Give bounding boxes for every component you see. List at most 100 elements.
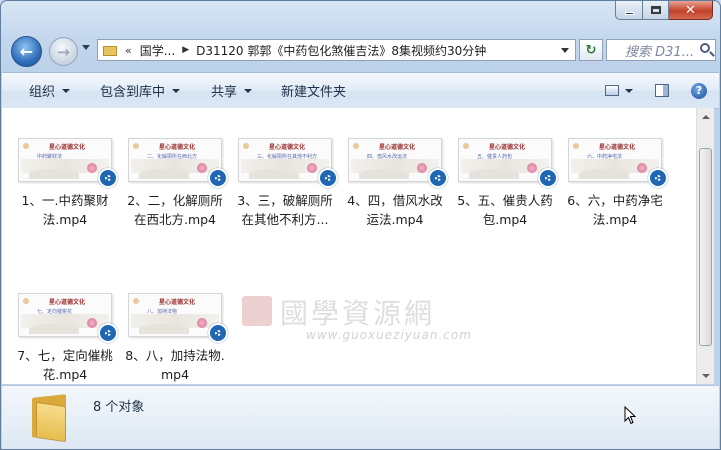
- chevron-down-icon: [172, 88, 181, 93]
- maximize-button[interactable]: [643, 1, 669, 20]
- forward-arrow-icon: →: [57, 42, 70, 61]
- thumbnail-title: 星心道德文化: [269, 144, 306, 151]
- file-list: 國學資源網 www.guoxueziyuan.com 星心道德文化 中药聚财法 1、…: [2, 108, 696, 384]
- toolbar-right: ?: [605, 73, 719, 108]
- address-dropdown[interactable]: [561, 48, 569, 53]
- thumbnail-subtitle: 三、化解厕所在其他不利方: [257, 154, 318, 160]
- video-thumbnail: 星心道德文化三、化解厕所在其他不利方: [238, 138, 338, 188]
- explorer-window: ✕ ← → « 国学... ▶ D31120 郭郭《中药包化煞催吉法》8集视频约…: [0, 0, 721, 450]
- scroll-down-icon: [701, 373, 710, 378]
- file-name: 8、八，加持法物.mp4: [125, 348, 225, 382]
- back-arrow-icon: ←: [19, 42, 34, 61]
- media-player-icon: [98, 323, 118, 343]
- refresh-button[interactable]: ↻: [579, 39, 603, 61]
- command-bar: 组织 包含到库中 共享 新建文件夹 ?: [2, 72, 719, 109]
- minimize-button[interactable]: [615, 1, 643, 20]
- search-icon: [700, 43, 710, 53]
- file-name: 4、四，借风水改运法.mp4: [347, 193, 443, 227]
- details-pane: 8 个对象: [2, 385, 719, 449]
- file-name: 1、一.中药聚财法.mp4: [21, 193, 109, 227]
- media-player-icon: [208, 323, 228, 343]
- file-item[interactable]: 星心道德文化七、定向催桃花 7、七，定向催桃花.mp4: [14, 293, 118, 384]
- video-thumbnail: 星心道德文化 二、化解厕所在西北方: [128, 138, 228, 188]
- thumbnail-title: 星心道德文化: [49, 144, 86, 151]
- video-thumbnail: 星心道德文化 四、借风水改运法: [348, 138, 448, 188]
- change-view-icon[interactable]: [605, 85, 619, 96]
- close-button[interactable]: ✕: [669, 1, 713, 20]
- item-count: 8 个对象: [93, 400, 145, 415]
- file-name: 6、六，中药净宅法.mp4: [567, 193, 663, 227]
- organize-button[interactable]: 组织: [29, 81, 71, 100]
- video-thumbnail: 星心道德文化八、加持法物: [128, 293, 228, 343]
- file-name: 2、二，化解厕所在西北方.mp4: [127, 193, 223, 227]
- include-in-library-label: 包含到库中: [100, 85, 166, 100]
- forward-button[interactable]: →: [49, 37, 78, 66]
- media-player-icon: [98, 168, 118, 188]
- file-item[interactable]: 星心道德文化 二、化解厕所在西北方 2、二，化解厕所在西北方.mp4: [124, 138, 228, 229]
- maximize-icon: [650, 6, 661, 14]
- thumbnail-subtitle: 八、加持法物: [147, 309, 178, 315]
- chevron-down-icon: [244, 88, 253, 93]
- thumbnail-title: 星心道德文化: [489, 144, 526, 151]
- video-thumbnail: 星心道德文化五、催贵人药包: [458, 138, 558, 188]
- folder-icon: [30, 394, 74, 443]
- back-button[interactable]: ←: [11, 36, 42, 67]
- preview-pane-icon[interactable]: [655, 84, 669, 97]
- new-folder-label: 新建文件夹: [281, 85, 347, 100]
- media-player-icon: [538, 168, 558, 188]
- refresh-icon: ↻: [585, 42, 597, 58]
- file-name: 5、五、催贵人药包.mp4: [457, 193, 553, 227]
- file-item[interactable]: 星心道德文化 六、中药净宅法 6、六，中药净宅法.mp4: [564, 138, 668, 229]
- file-item[interactable]: 星心道德文化 四、借风水改运法 4、四，借风水改运法.mp4: [344, 138, 448, 229]
- search-box[interactable]: 搜索 D31...: [606, 39, 716, 61]
- navigation-bar: ← → « 国学... ▶ D31120 郭郭《中药包化煞催吉法》8集视频约30…: [11, 36, 716, 67]
- folder-icon: [103, 44, 117, 56]
- scroll-up-icon: [701, 114, 710, 119]
- watermark-text: 國學資源網: [280, 297, 436, 330]
- close-icon: ✕: [685, 2, 696, 18]
- share-button[interactable]: 共享: [211, 81, 253, 100]
- file-name: 7、七，定向催桃花.mp4: [17, 348, 113, 382]
- scroll-down-button[interactable]: [697, 367, 714, 384]
- share-label: 共享: [211, 85, 238, 100]
- scroll-up-button[interactable]: [697, 108, 714, 125]
- breadcrumb-item-current[interactable]: D31120 郭郭《中药包化煞催吉法》8集视频约30分钟: [196, 42, 486, 59]
- thumbnail-subtitle: 四、借风水改运法: [367, 154, 408, 160]
- thumbnail-subtitle: 中药聚财法: [37, 154, 63, 160]
- media-player-icon: [318, 168, 338, 188]
- file-name: 3、三，破解厕所在其他不利方...: [237, 193, 333, 227]
- media-player-icon: [208, 168, 228, 188]
- video-thumbnail: 星心道德文化中药聚财法: [18, 138, 118, 188]
- watermark-seal: [242, 296, 272, 326]
- watermark-url: www.guoxueziyuan.com: [306, 328, 472, 342]
- include-in-library-button[interactable]: 包含到库中: [100, 81, 181, 100]
- organize-label: 组织: [29, 85, 56, 100]
- minimize-icon: [624, 11, 634, 15]
- video-thumbnail: 星心道德文化七、定向催桃花: [18, 293, 118, 343]
- thumbnail-title: 星心道德文化: [49, 299, 86, 306]
- thumbnail-subtitle: 七、定向催桃花: [37, 309, 73, 315]
- chevron-down-icon: [62, 88, 71, 93]
- thumbnail-title: 星心道德文化: [159, 144, 196, 151]
- view-options-dropdown[interactable]: [625, 88, 633, 93]
- file-item[interactable]: 星心道德文化五、催贵人药包 5、五、催贵人药包.mp4: [454, 138, 558, 229]
- breadcrumb-overflow[interactable]: «: [125, 44, 132, 57]
- breadcrumb-item[interactable]: 国学...: [140, 42, 175, 59]
- file-item[interactable]: 星心道德文化三、化解厕所在其他不利方 3、三，破解厕所在其他不利方...: [234, 138, 338, 229]
- media-player-icon: [648, 168, 668, 188]
- thumbnail-subtitle: 五、催贵人药包: [477, 154, 513, 160]
- thumbnail-subtitle: 六、中药净宅法: [587, 154, 623, 160]
- help-icon[interactable]: ?: [691, 82, 707, 99]
- file-item[interactable]: 星心道德文化中药聚财法 1、一.中药聚财法.mp4: [14, 138, 118, 229]
- thumbnail-title: 星心道德文化: [159, 299, 196, 306]
- media-player-icon: [428, 168, 448, 188]
- search-input[interactable]: 搜索 D31...: [625, 41, 694, 60]
- caption-buttons: ✕: [615, 1, 713, 20]
- vertical-scrollbar[interactable]: [696, 108, 714, 384]
- file-item[interactable]: 星心道德文化八、加持法物 8、八，加持法物.mp4: [124, 293, 228, 384]
- breadcrumb-separator-icon[interactable]: ▶: [182, 45, 189, 55]
- new-folder-button[interactable]: 新建文件夹: [281, 81, 346, 100]
- address-bar[interactable]: « 国学... ▶ D31120 郭郭《中药包化煞催吉法》8集视频约30分钟: [97, 39, 576, 61]
- recent-pages-dropdown[interactable]: [82, 45, 90, 50]
- scrollbar-thumb[interactable]: [699, 148, 712, 346]
